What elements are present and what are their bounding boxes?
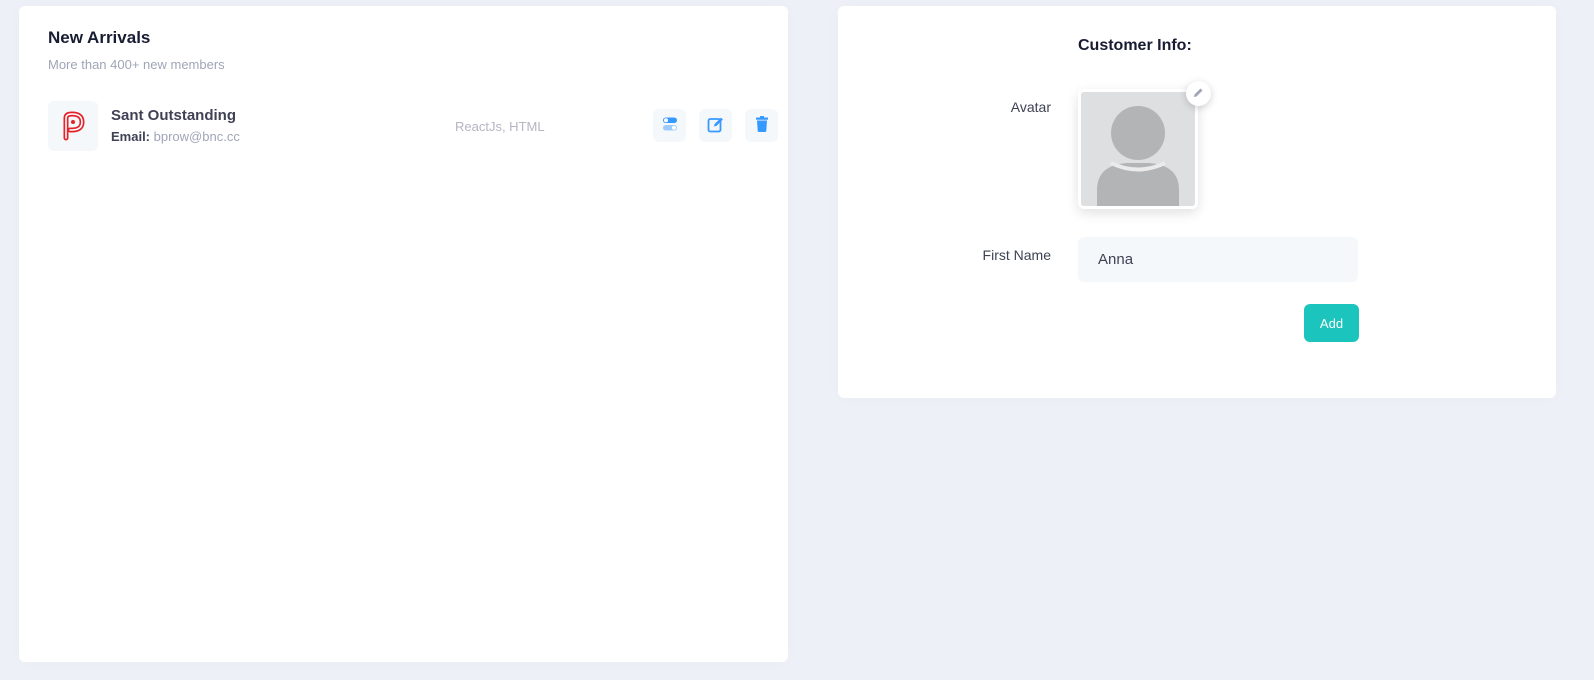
card-subtitle: More than 400+ new members	[48, 57, 225, 72]
member-name[interactable]: Sant Outstanding	[111, 107, 236, 124]
delete-button[interactable]	[745, 109, 778, 142]
first-name-input[interactable]	[1078, 237, 1358, 282]
pencil-icon	[1193, 85, 1204, 103]
member-email: bprow@bnc.cc	[153, 129, 240, 144]
edit-icon	[707, 116, 724, 136]
toggle-button[interactable]	[653, 109, 686, 142]
avatar-edit-button[interactable]	[1186, 81, 1211, 106]
member-skills: ReactJs, HTML	[455, 119, 545, 134]
edit-button[interactable]	[699, 109, 732, 142]
avatar-label: Avatar	[1010, 99, 1051, 115]
avatar-placeholder-icon	[1081, 92, 1195, 206]
customer-info-card: Customer Info: Avatar First Name Add	[838, 6, 1556, 398]
avatar[interactable]	[1078, 89, 1198, 209]
first-name-label: First Name	[982, 247, 1051, 263]
trash-icon	[755, 116, 769, 135]
toggle-icon	[662, 116, 678, 135]
form-title: Customer Info:	[1078, 37, 1192, 54]
add-button[interactable]: Add	[1304, 304, 1359, 342]
new-arrivals-card: New Arrivals More than 400+ new members …	[19, 6, 788, 662]
member-email-line: Email: bprow@bnc.cc	[111, 129, 240, 144]
card-title: New Arrivals	[48, 28, 151, 47]
email-label: Email:	[111, 129, 151, 144]
list-item: Sant Outstanding Email: bprow@bnc.cc Rea…	[48, 101, 778, 151]
brand-p-logo-icon	[48, 101, 98, 151]
